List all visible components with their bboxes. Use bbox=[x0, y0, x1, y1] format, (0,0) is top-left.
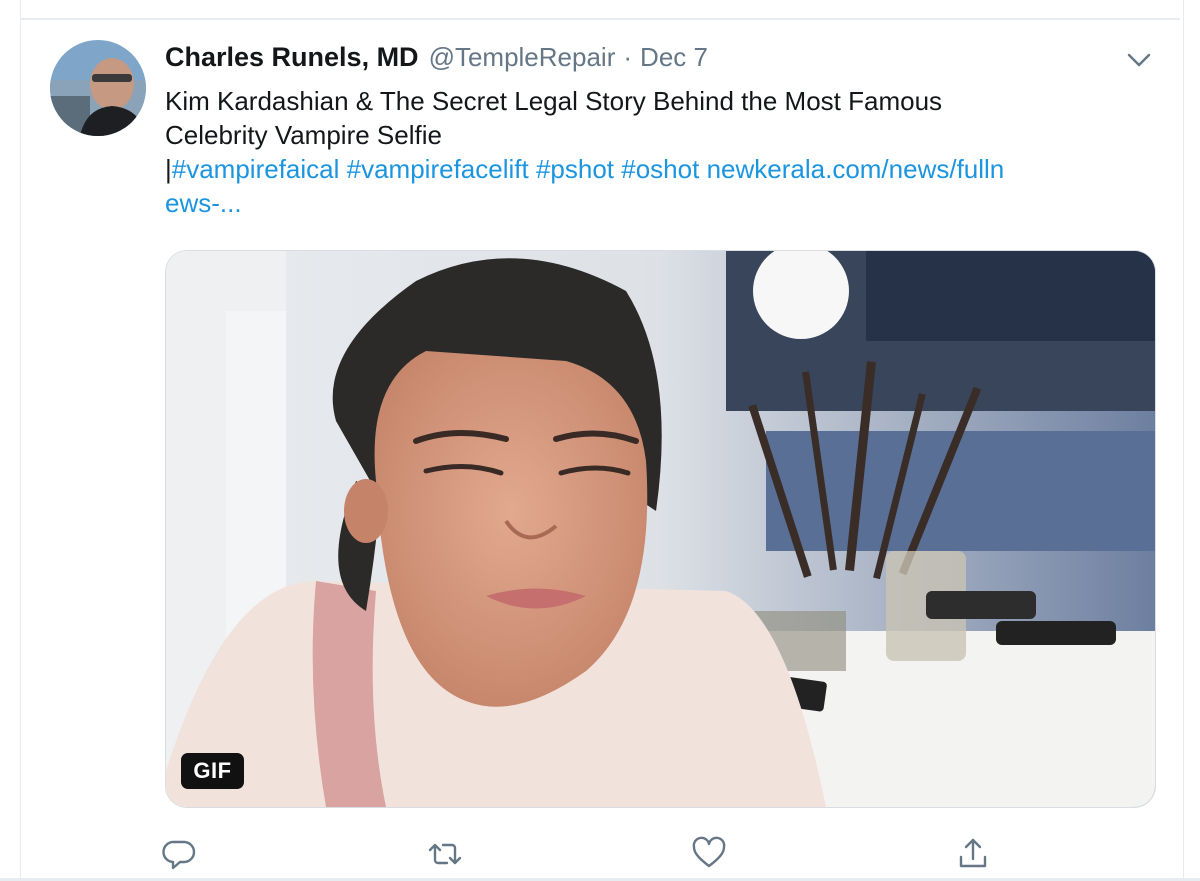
tweet-link-continuation-line: ews-... bbox=[165, 186, 1160, 220]
avatar-image bbox=[50, 40, 146, 136]
timeline-divider bbox=[20, 18, 1180, 20]
hashtag-pshot[interactable]: #pshot bbox=[536, 154, 614, 184]
pipe-char: | bbox=[165, 154, 172, 184]
avatar[interactable] bbox=[50, 40, 146, 136]
tweet-text-line-1: Kim Kardashian & The Secret Legal Story … bbox=[165, 86, 943, 116]
article-link-continuation[interactable]: ews-... bbox=[165, 188, 242, 218]
hashtag-vampirefacelift[interactable]: #vampirefacelift bbox=[347, 154, 529, 184]
article-link[interactable]: newkerala.com/news/fulln bbox=[707, 154, 1005, 184]
gif-frame bbox=[166, 251, 1155, 807]
author-handle[interactable]: @TempleRepair bbox=[429, 42, 616, 73]
tweet-text-line-2: Celebrity Vampire Selfie bbox=[165, 120, 442, 150]
hashtag-vampirefaical[interactable]: #vampirefaical bbox=[172, 154, 340, 184]
timeline-border-right bbox=[1183, 0, 1184, 881]
tweet-header: Charles Runels, MD @TempleRepair · Dec 7 bbox=[165, 42, 708, 78]
header-separator: · bbox=[623, 42, 633, 72]
author-name[interactable]: Charles Runels, MD bbox=[165, 42, 419, 73]
heart-icon[interactable] bbox=[689, 834, 729, 874]
reply-icon[interactable] bbox=[160, 834, 200, 874]
share-icon[interactable] bbox=[953, 834, 993, 874]
chevron-down-icon[interactable] bbox=[1124, 48, 1154, 72]
tweet-links-line: |#vampirefaical #vampirefacelift #pshot … bbox=[165, 152, 1160, 186]
tweet-date[interactable]: Dec 7 bbox=[640, 42, 708, 73]
retweet-icon[interactable] bbox=[425, 834, 465, 874]
tweet-actions bbox=[0, 834, 1200, 874]
gif-badge: GIF bbox=[181, 753, 244, 789]
timeline-border-left bbox=[20, 0, 21, 881]
hashtag-oshot[interactable]: #oshot bbox=[621, 154, 699, 184]
gif-media[interactable] bbox=[165, 250, 1156, 808]
tweet-text: Kim Kardashian & The Secret Legal Story … bbox=[165, 84, 1160, 220]
